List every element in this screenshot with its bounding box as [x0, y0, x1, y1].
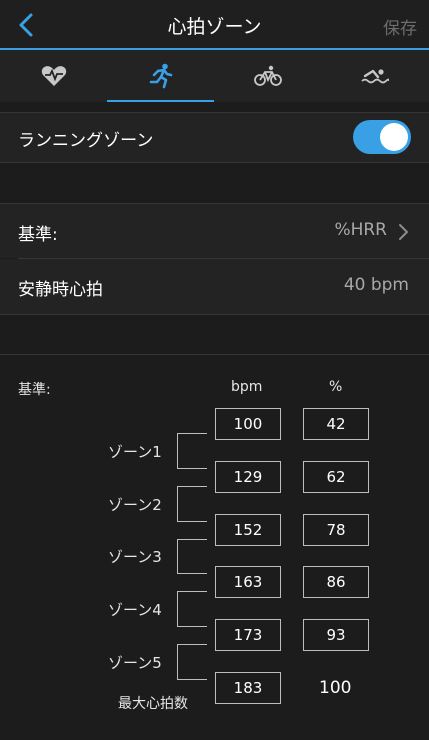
- heart-pulse-icon: [41, 66, 66, 86]
- bpm-zone5-min-input[interactable]: 173: [215, 619, 281, 651]
- zone4-bracket: [177, 591, 207, 627]
- zone5-bracket: [177, 644, 207, 680]
- max-hr-label: 最大心拍数: [118, 696, 188, 712]
- zone2-label: ゾーン2: [108, 496, 162, 514]
- nav-bar: 心拍ゾーン 保存: [0, 0, 429, 50]
- chevron-right-icon: [399, 224, 408, 240]
- pct-zone2-min-input[interactable]: 62: [303, 461, 369, 493]
- save-button[interactable]: 保存: [383, 14, 417, 39]
- zone1-bracket: [177, 433, 207, 469]
- bpm-column-header: bpm: [231, 379, 263, 395]
- zone3-bracket: [177, 539, 207, 574]
- divider: [0, 354, 429, 355]
- percent-column-header: %: [329, 379, 343, 395]
- resting-hr-row[interactable]: 安静時心拍 40 bpm: [0, 259, 429, 314]
- divider: [0, 162, 429, 163]
- resting-hr-label: 安静時心拍: [18, 280, 103, 300]
- tab-swimming[interactable]: [321, 50, 428, 102]
- sport-tabs: [0, 50, 429, 102]
- bpm-zone4-min-input[interactable]: 163: [215, 566, 281, 598]
- basis-value: %HRR: [334, 220, 387, 240]
- page-title: 心拍ゾーン: [167, 16, 262, 38]
- toggle-knob: [380, 123, 408, 151]
- tab-running[interactable]: [107, 50, 214, 102]
- divider: [0, 314, 429, 315]
- tab-heart-rate[interactable]: [0, 50, 107, 102]
- bicycle-icon: [253, 65, 282, 86]
- zone1-label: ゾーン1: [108, 443, 162, 461]
- zone5-label: ゾーン5: [108, 654, 162, 672]
- resting-hr-value: 40 bpm: [343, 275, 409, 295]
- running-zone-label: ランニングゾーン: [18, 131, 154, 151]
- zone4-label: ゾーン4: [108, 601, 162, 619]
- basis-label: 基準:: [18, 225, 58, 245]
- zone3-label: ゾーン3: [108, 548, 162, 566]
- basis-row[interactable]: 基準: %HRR: [0, 204, 429, 258]
- bpm-zone2-min-input[interactable]: 129: [215, 461, 281, 493]
- pct-zone1-min-input[interactable]: 42: [303, 408, 369, 440]
- pct-zone3-min-input[interactable]: 78: [303, 514, 369, 546]
- swimmer-icon: [360, 69, 389, 84]
- runner-icon: [149, 63, 172, 89]
- zone2-bracket: [177, 486, 207, 522]
- pct-max-value: 100: [319, 678, 352, 698]
- pct-zone5-min-input[interactable]: 93: [303, 619, 369, 651]
- running-zone-toggle[interactable]: [353, 120, 411, 154]
- bpm-zone1-min-input[interactable]: 100: [215, 408, 281, 440]
- pct-zone4-min-input[interactable]: 86: [303, 566, 369, 598]
- zone-table-basis-label: 基準:: [18, 382, 51, 398]
- bpm-max-input[interactable]: 183: [215, 672, 281, 704]
- tab-cycling[interactable]: [214, 50, 321, 102]
- bpm-zone3-min-input[interactable]: 152: [215, 514, 281, 546]
